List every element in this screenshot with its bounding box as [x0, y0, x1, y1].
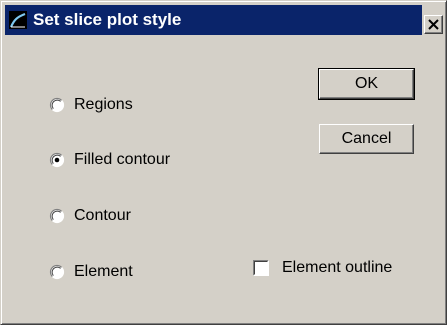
cancel-button[interactable]: Cancel — [319, 124, 414, 154]
radio-filled-contour-label: Filled contour — [74, 151, 171, 168]
radio-indicator[interactable] — [49, 152, 65, 168]
element-outline-checkbox[interactable] — [253, 260, 269, 276]
dialog-title: Set slice plot style — [33, 10, 182, 29]
cancel-button-label: Cancel — [341, 130, 392, 147]
close-icon — [428, 19, 439, 30]
ok-button-label: OK — [354, 75, 379, 92]
ok-button[interactable]: OK — [318, 68, 415, 100]
title-bar[interactable]: Set slice plot style — [5, 5, 422, 35]
chart-curve-icon — [9, 11, 27, 29]
set-slice-plot-style-dialog: Set slice plot style OK Cancel Regions F… — [0, 0, 447, 325]
radio-regions-label: Regions — [74, 96, 133, 113]
element-outline-label: Element outline — [282, 259, 393, 276]
close-button[interactable] — [424, 15, 443, 34]
radio-indicator[interactable] — [49, 97, 65, 113]
radio-indicator[interactable] — [49, 208, 65, 224]
radio-element-label: Element — [74, 263, 133, 280]
radio-contour-label: Contour — [74, 207, 131, 224]
radio-indicator[interactable] — [49, 264, 65, 280]
radio-selected-dot — [54, 157, 60, 163]
